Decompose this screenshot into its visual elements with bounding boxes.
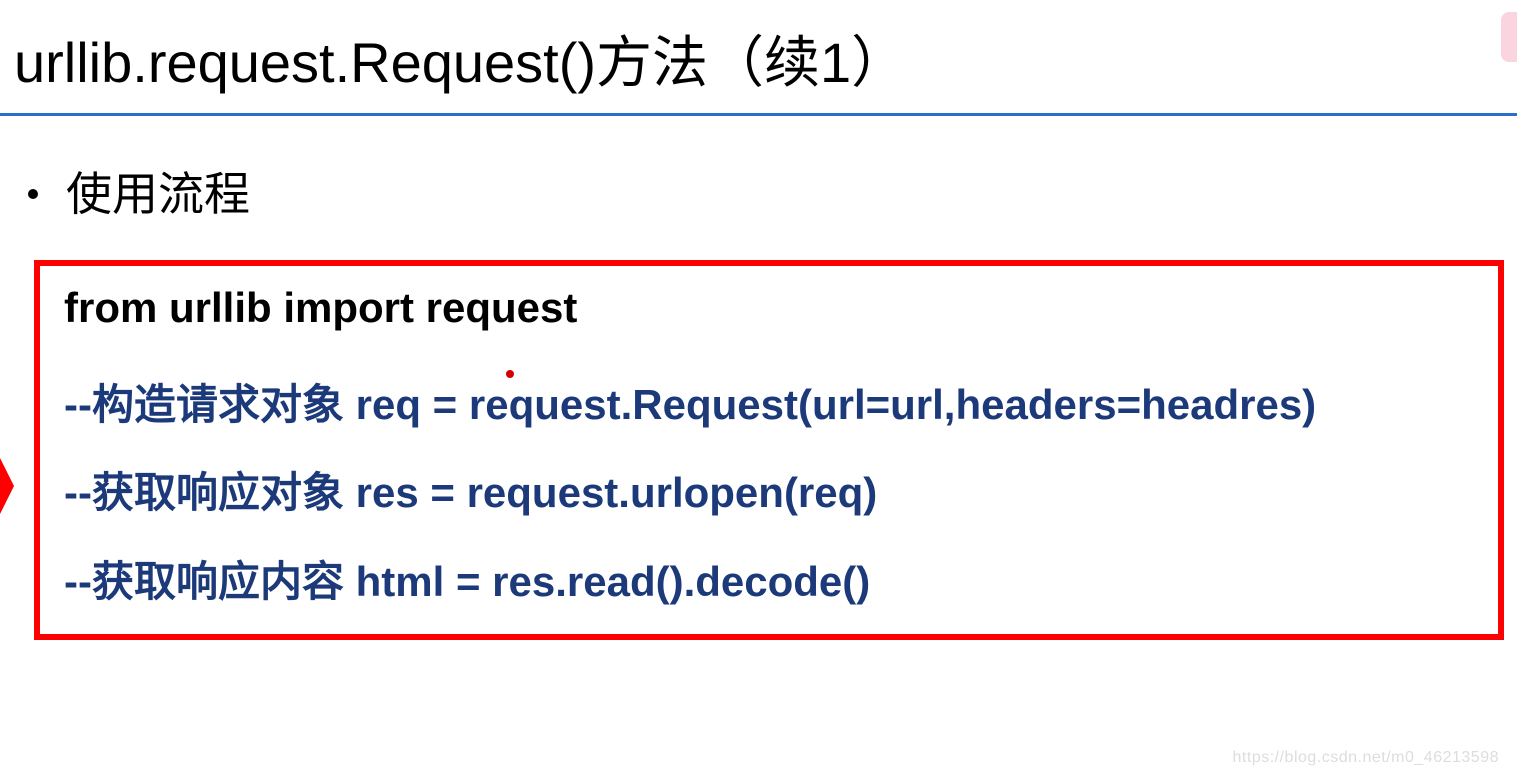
code-step-3: --获取响应内容 html = res.read().decode() <box>64 556 1488 609</box>
decoration-corner <box>1501 12 1517 62</box>
arrow-icon <box>0 458 14 514</box>
code-step-2: --获取响应对象 res = request.urlopen(req) <box>64 467 1488 520</box>
bullet-label: 使用流程 <box>66 158 250 224</box>
page-title: urllib.request.Request()方法（续1） <box>0 0 1517 113</box>
bullet-dot-icon <box>28 189 38 199</box>
watermark-text: https://blog.csdn.net/m0_46213598 <box>1233 749 1499 767</box>
code-box: from urllib import request --构造请求对象 req … <box>34 260 1504 640</box>
annotation-dot-icon <box>506 370 514 378</box>
code-step-1: --构造请求对象 req = request.Request(url=url,h… <box>64 379 1488 432</box>
code-import-line: from urllib import request <box>64 282 1488 335</box>
bullet-row: 使用流程 <box>0 116 1517 224</box>
